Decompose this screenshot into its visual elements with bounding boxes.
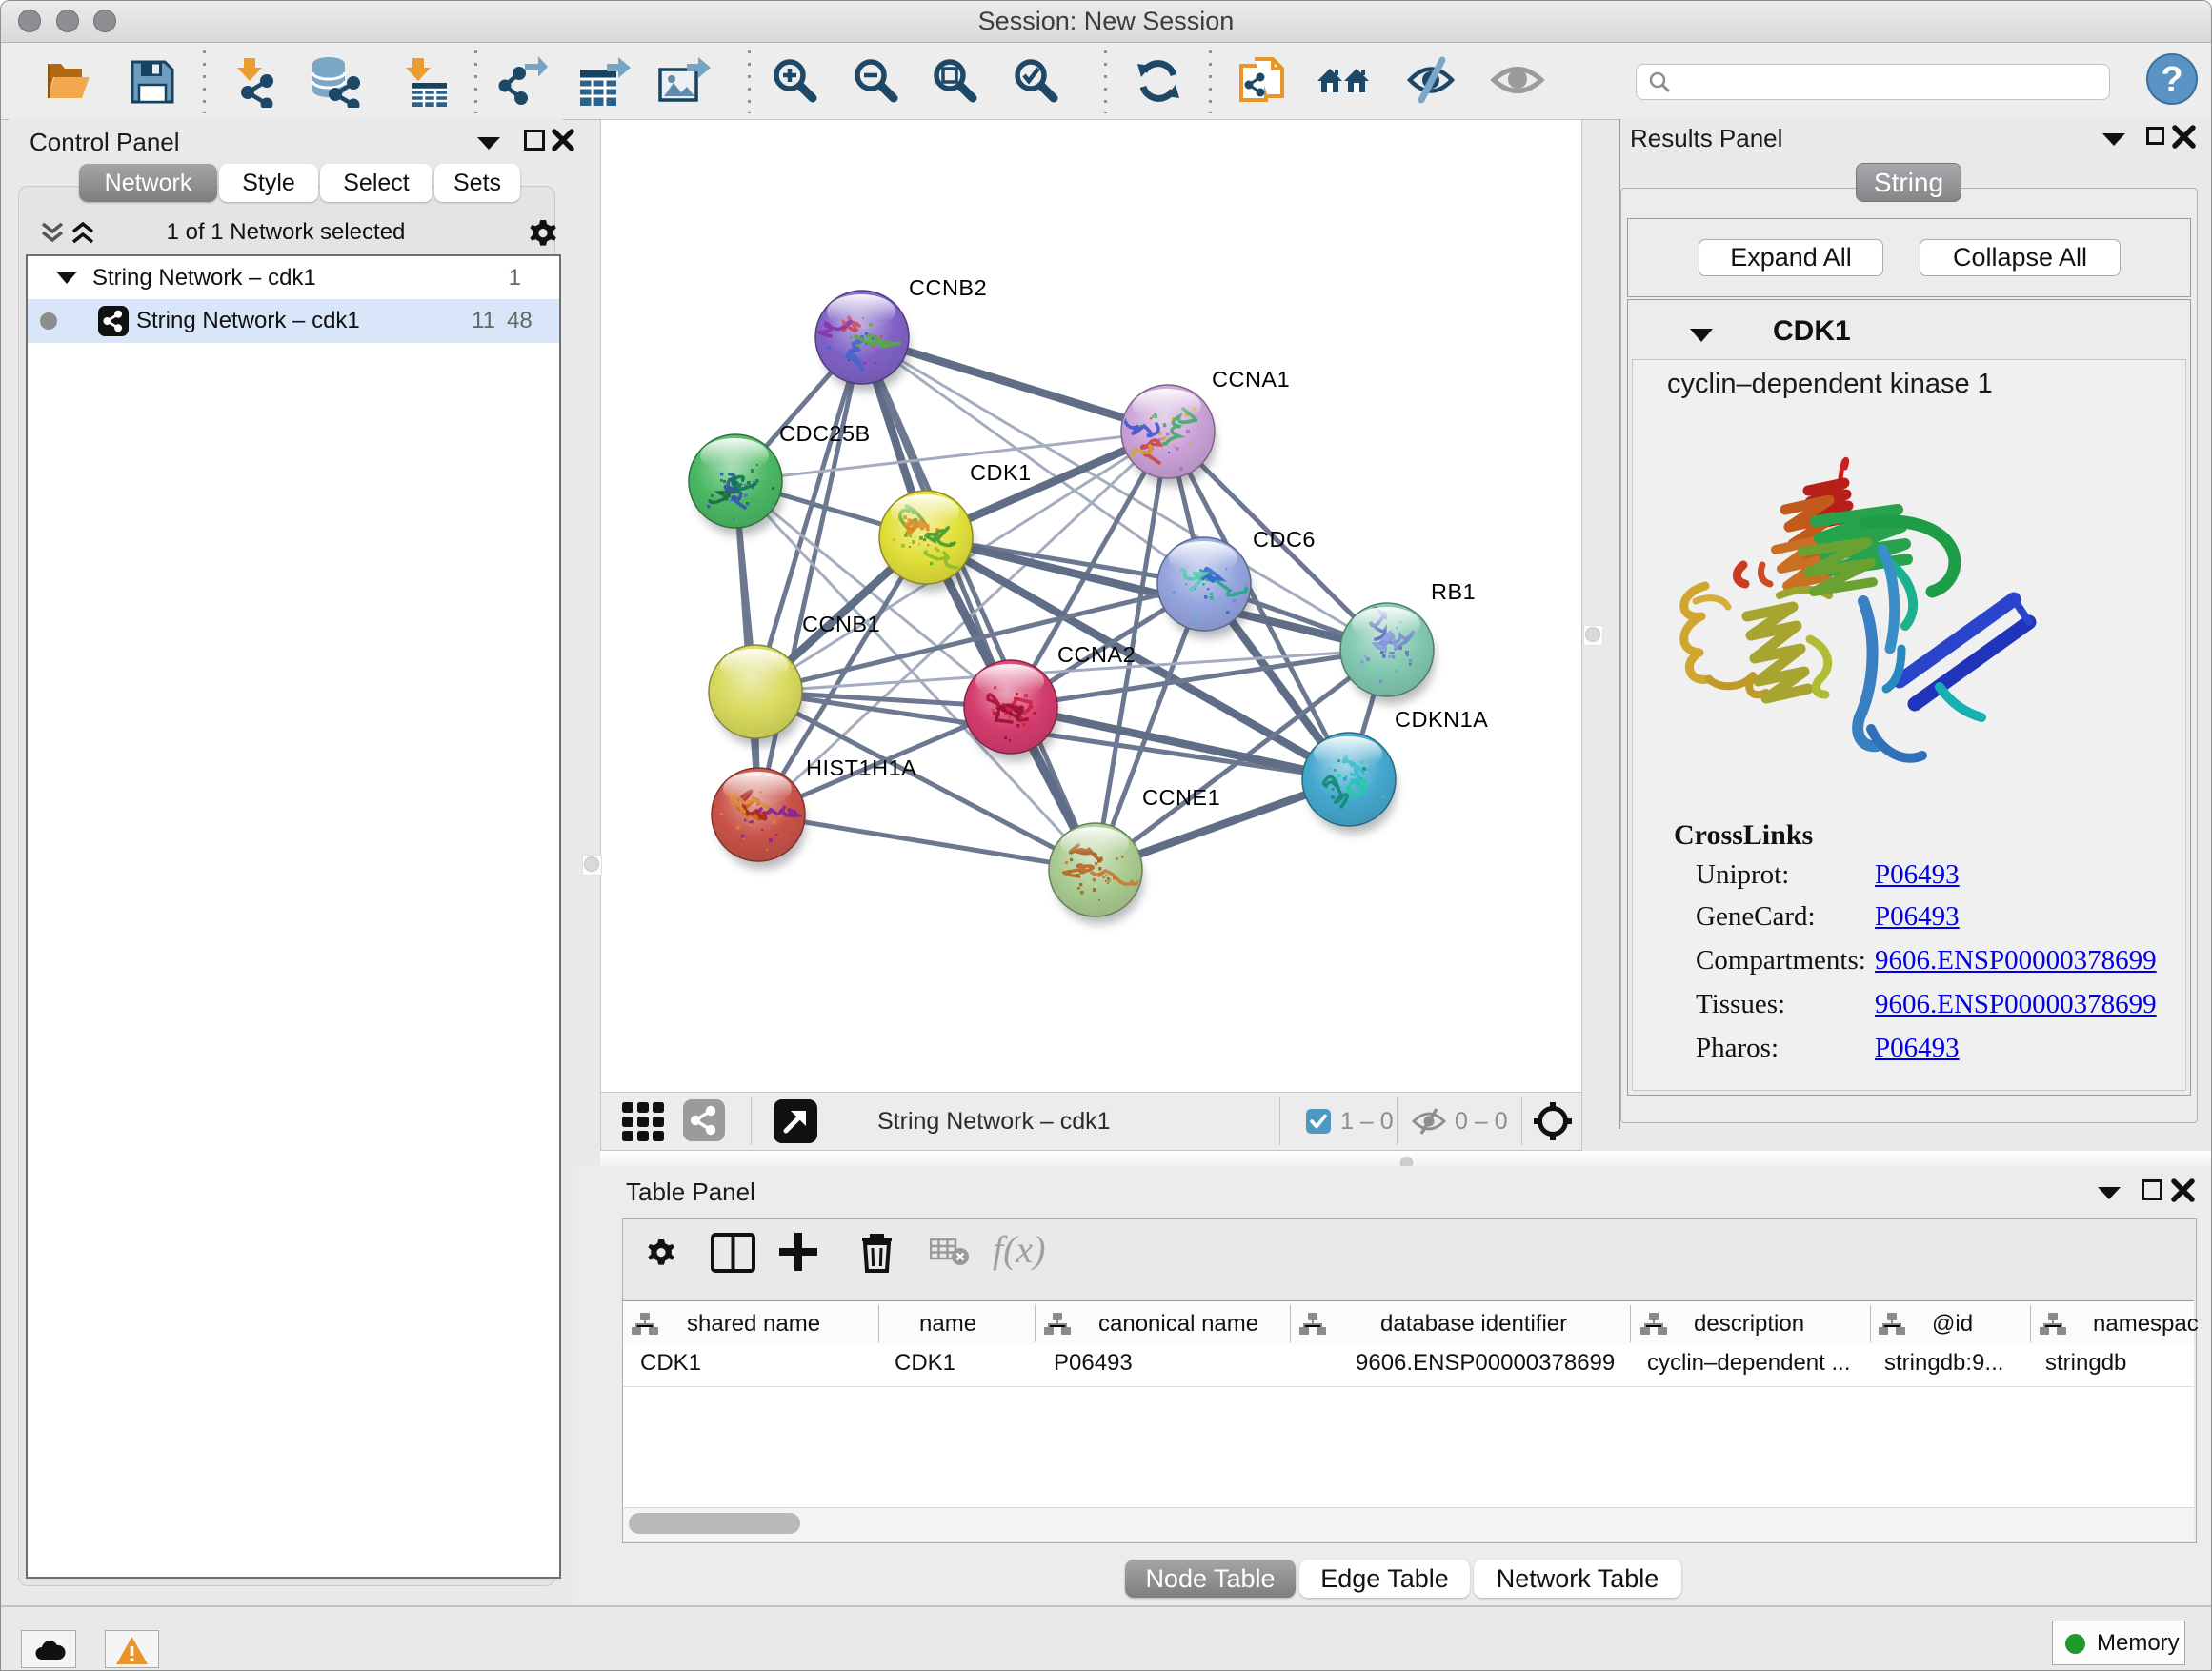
svg-text:CDC25B: CDC25B (779, 421, 871, 446)
svg-text:CCNA1: CCNA1 (1212, 367, 1290, 392)
svg-text:CDKN1A: CDKN1A (1395, 707, 1488, 732)
svg-text:CDK1: CDK1 (970, 460, 1032, 485)
svg-text:RB1: RB1 (1431, 579, 1476, 604)
svg-text:CCNE1: CCNE1 (1142, 785, 1220, 810)
svg-text:CDC6: CDC6 (1253, 527, 1316, 552)
svg-text:CCNB2: CCNB2 (909, 275, 987, 300)
svg-text:CCNA2: CCNA2 (1057, 642, 1136, 667)
svg-text:?: ? (2161, 60, 2182, 100)
svg-text:HIST1H1A: HIST1H1A (806, 755, 916, 780)
svg-text:CCNB1: CCNB1 (802, 612, 880, 636)
